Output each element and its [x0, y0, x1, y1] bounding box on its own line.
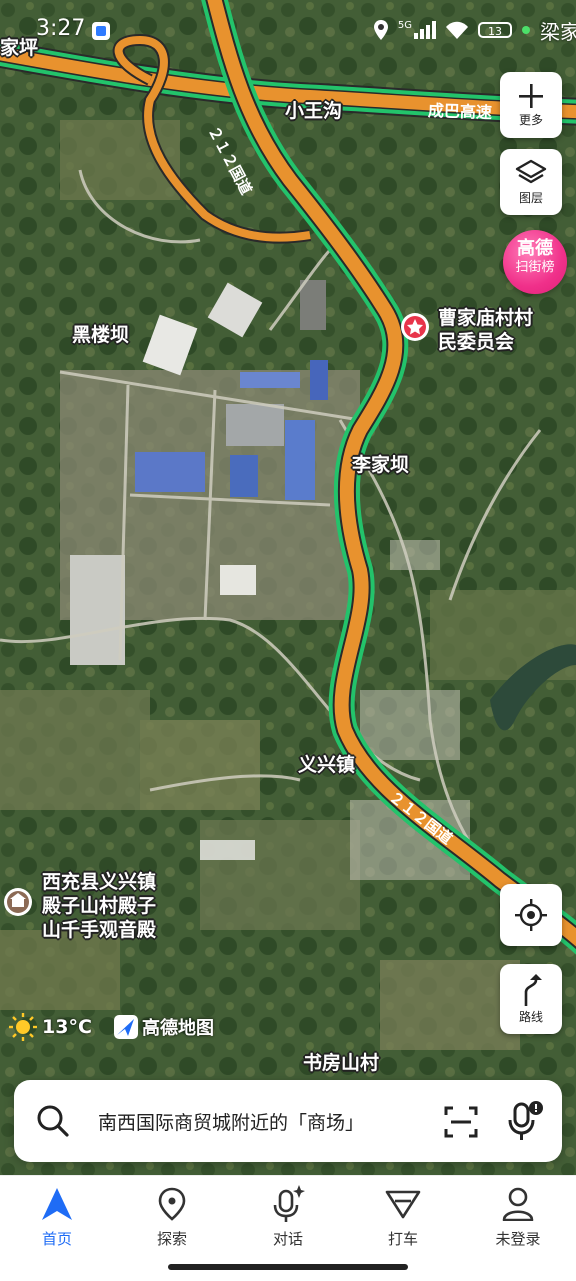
place-label-yixingzhen: 义兴镇 — [298, 754, 356, 776]
home-indicator[interactable] — [168, 1264, 408, 1270]
nav-profile-label: 未登录 — [495, 1230, 541, 1248]
place-label-lijiaba: 李家坝 — [352, 454, 410, 476]
network-type: 5G — [397, 19, 412, 31]
layers-label: 图层 — [518, 190, 543, 205]
plus-icon — [519, 83, 543, 108]
nav-explore[interactable]: 探索 — [127, 1186, 217, 1249]
voice-icon[interactable] — [506, 1100, 544, 1142]
search-icon — [37, 1105, 69, 1137]
poi-temple-marker[interactable] — [4, 888, 32, 916]
privacy-dot — [522, 26, 530, 34]
location-status-icon — [373, 20, 388, 40]
place-label-xiaowanggou: 小王沟 — [285, 100, 343, 122]
crosshair-icon — [515, 899, 547, 931]
expressway-label: 成巴高速 — [427, 100, 493, 123]
locate-me-button[interactable] — [500, 884, 562, 946]
nav-home-label: 首页 — [41, 1230, 72, 1248]
poi-label-village-committee[interactable]: 曹家庙村村 民委员会 — [438, 306, 533, 354]
nav-chat[interactable]: 对话 — [243, 1185, 333, 1249]
nav-explore-label: 探索 — [156, 1230, 187, 1248]
sun-icon — [9, 1013, 37, 1041]
more-button[interactable]: 更多 — [500, 72, 562, 138]
place-label-heilouba: 黑楼坝 — [72, 324, 130, 346]
amap-brand-logo: 高德地图 — [114, 1014, 214, 1040]
scan-icon[interactable] — [444, 1106, 478, 1138]
status-time: 3:27 — [36, 16, 86, 41]
ai-mic-icon — [273, 1185, 305, 1222]
nav-home[interactable]: 首页 — [12, 1186, 102, 1249]
status-carrier: 梁家 — [540, 19, 576, 44]
layers-icon — [515, 159, 547, 183]
route-button[interactable]: 路线 — [500, 964, 562, 1034]
weather-widget[interactable]: 13°C — [8, 1012, 92, 1042]
battery-icon: 13 — [478, 22, 512, 38]
route-label: 路线 — [518, 1009, 543, 1024]
app-notification-icon — [92, 22, 110, 40]
nav-profile[interactable]: 未登录 — [473, 1186, 563, 1249]
poi-star-marker[interactable] — [401, 313, 429, 341]
poi-label-temple[interactable]: 西充县义兴镇 殿子山村殿子 山千手观音殿 — [42, 870, 156, 942]
home-arrow-icon — [42, 1188, 72, 1220]
wifi-icon — [446, 21, 468, 39]
location-pin-icon — [158, 1187, 186, 1221]
user-icon — [502, 1187, 534, 1221]
amap-logo-icon — [114, 1015, 138, 1039]
temperature: 13°C — [42, 1016, 92, 1038]
nav-chat-label: 对话 — [272, 1230, 303, 1248]
taxi-icon — [385, 1190, 421, 1219]
route-arrow-icon — [524, 973, 542, 1006]
street-ranking-promo-button[interactable]: 高德 扫街榜 — [503, 230, 567, 294]
layers-button[interactable]: 图层 — [500, 149, 562, 215]
promo-subtitle: 扫街榜 — [515, 260, 555, 275]
nav-taxi-label: 打车 — [387, 1230, 418, 1248]
signal-icon — [414, 21, 436, 39]
status-bar: 3:27 5G 13 梁家 — [0, 0, 576, 60]
place-label-shufangshancun: 书房山村 — [303, 1052, 380, 1074]
promo-title: 高德 — [517, 238, 553, 259]
search-placeholder[interactable]: 南西国际商贸城附近的「商场」 — [98, 1108, 364, 1135]
brand-name: 高德地图 — [142, 1018, 214, 1039]
more-label: 更多 — [518, 112, 543, 127]
search-bar[interactable]: 南西国际商贸城附近的「商场」 — [14, 1080, 562, 1162]
nav-taxi[interactable]: 打车 — [358, 1186, 448, 1249]
